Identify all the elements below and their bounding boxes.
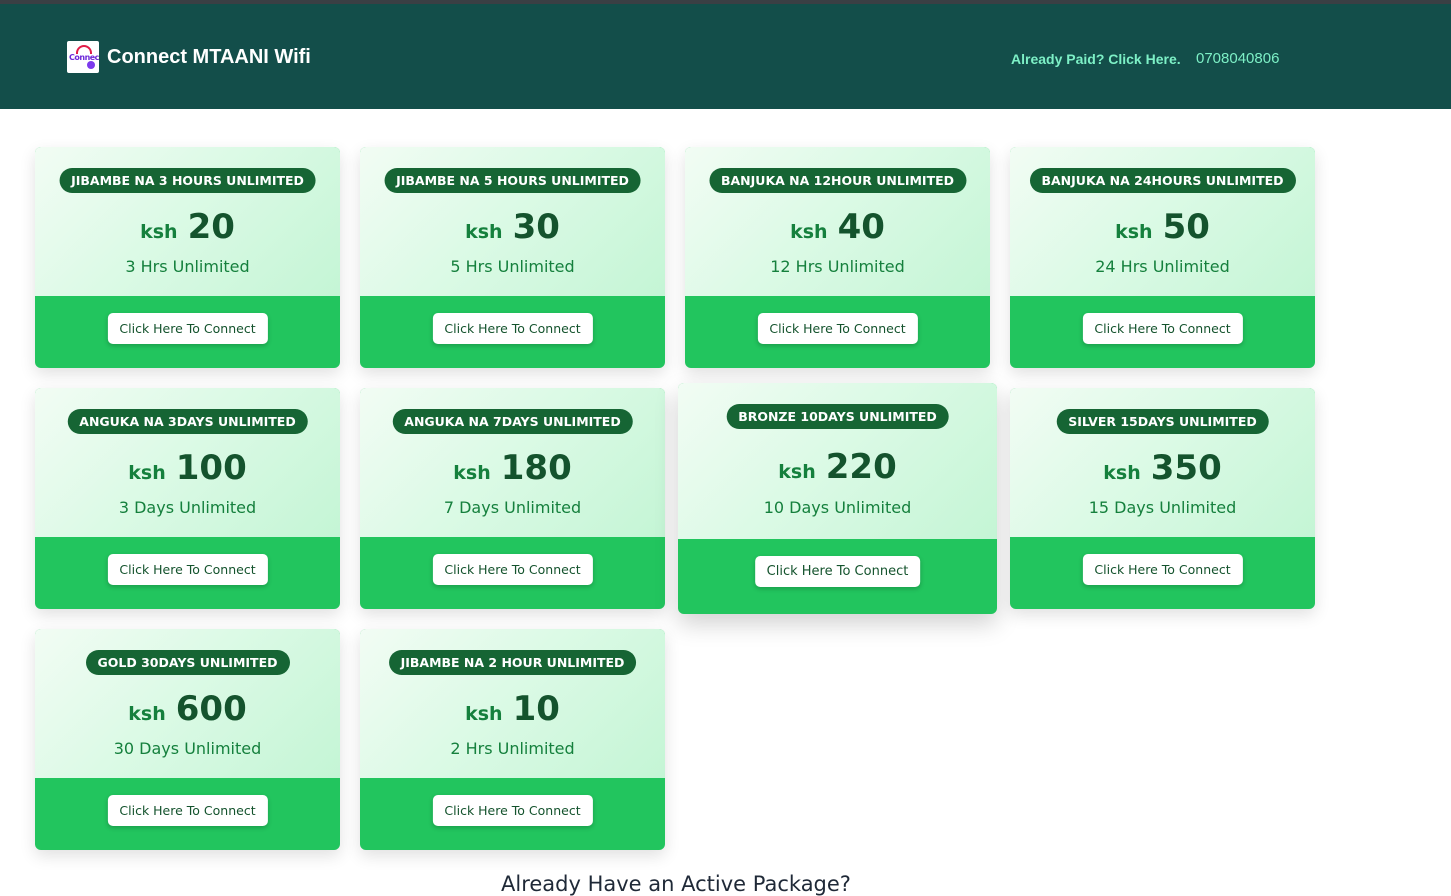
connect-button[interactable]: Click Here To Connect [432,554,593,585]
package-duration: 2 Hrs Unlimited [450,739,575,758]
price-line: ksh 350 [1010,448,1315,488]
wifi-logo-icon: Connect [67,41,99,73]
price-amount: 20 [187,207,235,247]
price-amount: 40 [837,207,885,247]
connect-button[interactable]: Click Here To Connect [432,795,593,826]
price-amount: 50 [1162,207,1210,247]
price-line: ksh 40 [685,207,990,247]
price-amount: 180 [500,448,572,488]
currency-label: ksh [453,462,491,484]
package-duration: 5 Hrs Unlimited [450,257,575,276]
package-duration: 3 Hrs Unlimited [125,257,250,276]
package-name-badge: JIBAMBE NA 5 HOURS UNLIMITED [384,168,641,193]
package-card: ANGUKA NA 7DAYS UNLIMITED ksh 180 7 Days … [360,388,665,609]
connect-button[interactable]: Click Here To Connect [757,313,918,344]
package-duration: 30 Days Unlimited [113,739,262,758]
connect-button[interactable]: Click Here To Connect [1082,554,1243,585]
price-amount: 30 [512,207,560,247]
brand[interactable]: Connect Connect MTAANI Wifi [67,41,311,73]
already-paid-link[interactable]: Already Paid? Click Here. [1011,51,1181,67]
currency-label: ksh [1115,221,1153,243]
brand-name: Connect MTAANI Wifi [107,45,311,68]
package-card-hovered: BRONZE 10DAYS UNLIMITED ksh 220 10 Days U… [678,383,997,614]
package-card: JIBAMBE NA 5 HOURS UNLIMITED ksh 30 5 Hrs… [360,147,665,368]
package-card: BANJUKA NA 12HOUR UNLIMITED ksh 40 12 Hrs… [685,147,990,368]
price-amount: 100 [175,448,247,488]
package-duration: 3 Days Unlimited [118,498,257,517]
package-duration: 15 Days Unlimited [1088,498,1237,517]
price-amount: 350 [1150,448,1222,488]
package-name-badge: GOLD 30DAYS UNLIMITED [85,650,290,675]
package-card: BANJUKA NA 24HOURS UNLIMITED ksh 50 24 Hr… [1010,147,1315,368]
price-amount: 10 [512,689,560,729]
connect-button[interactable]: Click Here To Connect [107,554,268,585]
currency-label: ksh [465,221,503,243]
connect-button[interactable]: Click Here To Connect [107,795,268,826]
phone-number: 0708040806 [1196,50,1280,67]
logo-dot-icon [87,61,95,69]
price-line: ksh 30 [360,207,665,247]
package-duration: 24 Hrs Unlimited [1095,257,1230,276]
price-line: ksh 180 [360,448,665,488]
package-name-badge: JIBAMBE NA 2 HOUR UNLIMITED [388,650,637,675]
price-line: ksh 600 [35,689,340,729]
package-name-badge: JIBAMBE NA 3 HOURS UNLIMITED [59,168,316,193]
currency-label: ksh [140,221,178,243]
active-package-heading: Already Have an Active Package? [501,872,851,896]
currency-label: ksh [1103,462,1141,484]
connect-button[interactable]: Click Here To Connect [107,313,268,344]
site-header: Connect Connect MTAANI Wifi Already Paid… [0,4,1451,109]
price-line: ksh 20 [35,207,340,247]
connect-button[interactable]: Click Here To Connect [1082,313,1243,344]
package-duration: 7 Days Unlimited [443,498,582,517]
connect-button[interactable]: Click Here To Connect [432,313,593,344]
price-amount: 220 [825,447,897,487]
logo-text: Connect [69,53,99,62]
package-card: SILVER 15DAYS UNLIMITED ksh 350 15 Days U… [1010,388,1315,609]
price-amount: 600 [175,689,247,729]
package-card: ANGUKA NA 3DAYS UNLIMITED ksh 100 3 Days … [35,388,340,609]
price-line: ksh 10 [360,689,665,729]
package-card: GOLD 30DAYS UNLIMITED ksh 600 30 Days Unl… [35,629,340,850]
currency-label: ksh [465,703,503,725]
package-name-badge: ANGUKA NA 3DAYS UNLIMITED [67,409,308,434]
connect-button[interactable]: Click Here To Connect [754,556,921,587]
package-duration: 10 Days Unlimited [763,498,912,517]
package-duration: 12 Hrs Unlimited [770,257,905,276]
package-name-badge: ANGUKA NA 7DAYS UNLIMITED [392,409,633,434]
package-card: JIBAMBE NA 3 HOURS UNLIMITED ksh 20 3 Hrs… [35,147,340,368]
package-card: JIBAMBE NA 2 HOUR UNLIMITED ksh 10 2 Hrs … [360,629,665,850]
package-name-badge: BANJUKA NA 24HOURS UNLIMITED [1029,168,1296,193]
currency-label: ksh [128,703,166,725]
currency-label: ksh [778,461,816,483]
package-name-badge: SILVER 15DAYS UNLIMITED [1056,409,1269,434]
price-line: ksh 50 [1010,207,1315,247]
package-name-badge: BANJUKA NA 12HOUR UNLIMITED [708,168,967,193]
price-line: ksh 100 [35,448,340,488]
currency-label: ksh [790,221,828,243]
package-name-badge: BRONZE 10DAYS UNLIMITED [726,404,949,429]
currency-label: ksh [128,462,166,484]
price-line: ksh 220 [678,447,997,487]
